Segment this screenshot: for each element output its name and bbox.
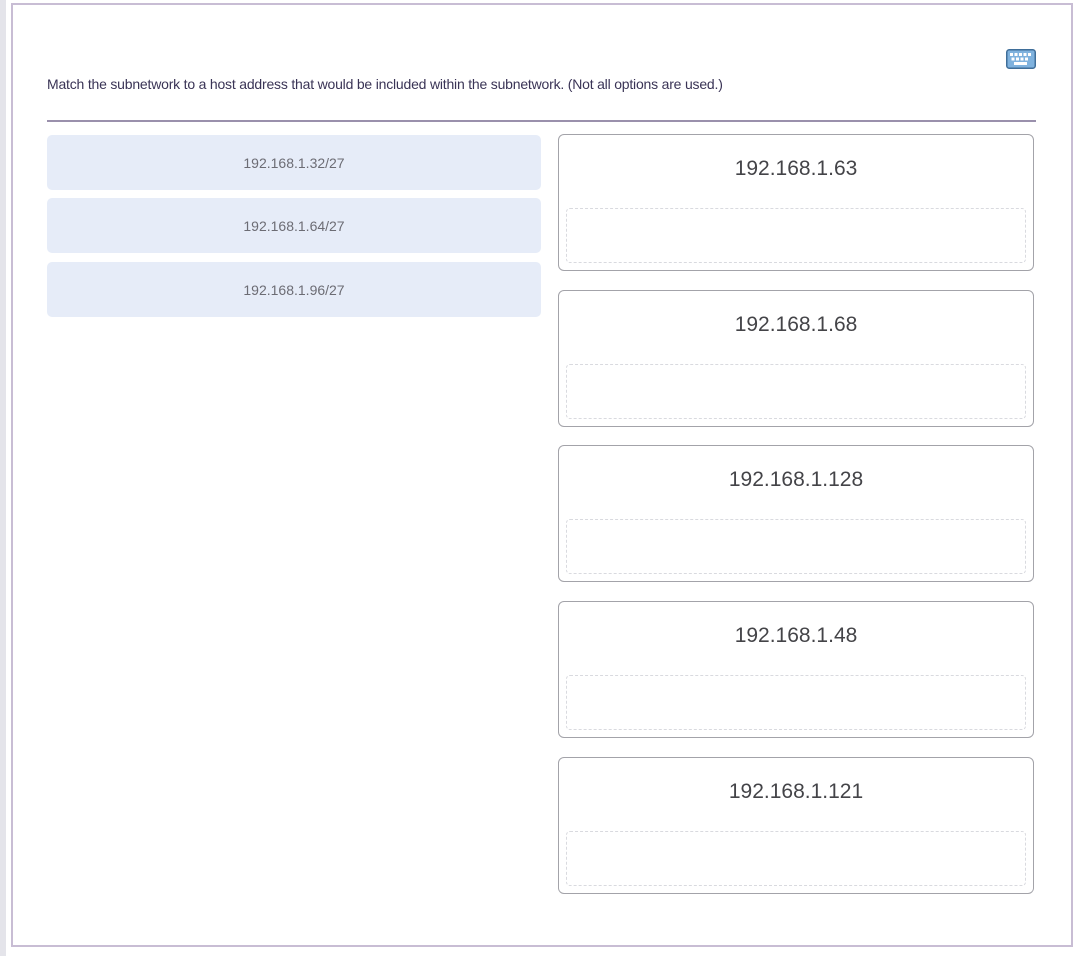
target-label: 192.168.1.68 xyxy=(734,313,858,336)
drag-option[interactable]: 192.168.1.64/27 xyxy=(47,198,541,253)
match-target: 192.168.1.128 xyxy=(558,445,1034,582)
target-label: 192.168.1.121 xyxy=(728,780,864,803)
target-label: 192.168.1.63 xyxy=(734,157,858,180)
question-frame: Match the subnetwork to a host address t… xyxy=(11,3,1073,947)
target-label: 192.168.1.48 xyxy=(734,624,858,647)
question-instructions: Match the subnetwork to a host address t… xyxy=(47,76,723,92)
target-label: 192.168.1.128 xyxy=(728,468,864,491)
divider xyxy=(47,120,1036,122)
drop-zone[interactable] xyxy=(566,675,1026,730)
drop-zone[interactable] xyxy=(566,364,1026,419)
match-target: 192.168.1.63 xyxy=(558,134,1034,271)
match-target: 192.168.1.121 xyxy=(558,757,1034,894)
match-target: 192.168.1.68 xyxy=(558,290,1034,427)
drop-zone[interactable] xyxy=(566,208,1026,263)
drag-option[interactable]: 192.168.1.32/27 xyxy=(47,135,541,190)
drop-zone[interactable] xyxy=(566,831,1026,886)
drop-zone[interactable] xyxy=(566,519,1026,574)
match-target: 192.168.1.48 xyxy=(558,601,1034,738)
window-left-edge xyxy=(0,0,6,956)
drag-option[interactable]: 192.168.1.96/27 xyxy=(47,262,541,317)
keyboard-icon[interactable] xyxy=(1006,49,1036,69)
